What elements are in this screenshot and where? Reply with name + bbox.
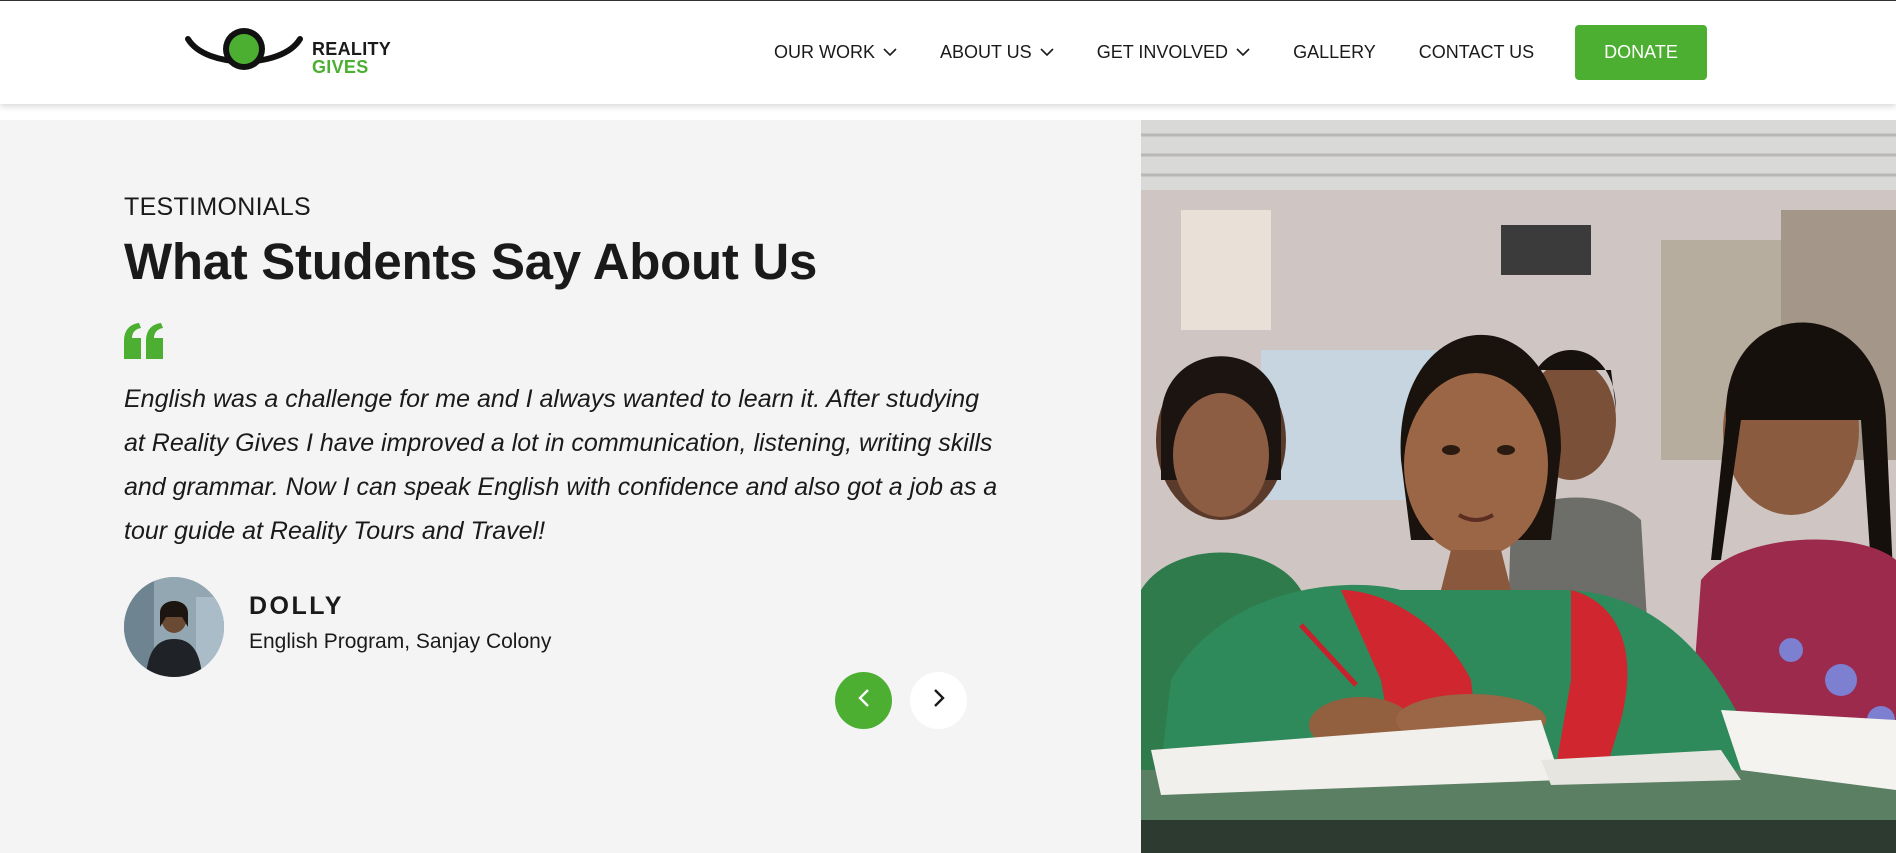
chevron-down-icon <box>1236 48 1250 57</box>
quote-icon <box>124 323 164 364</box>
nav-item-label: GALLERY <box>1293 42 1376 62</box>
main-nav: OUR WORK ABOUT US GET INVOLVED GALLERY C… <box>774 1 1577 104</box>
logo-text: REALITY GIVES <box>312 40 391 76</box>
testimonial-section: TESTIMONIALS What Students Say About Us … <box>0 120 1141 853</box>
carousel-prev-button[interactable] <box>835 672 892 729</box>
section-eyebrow: TESTIMONIALS <box>124 193 311 221</box>
classroom-photo <box>1141 120 1896 853</box>
nav-item-label: OUR WORK <box>774 42 875 62</box>
logo-line-2: GIVES <box>312 57 369 77</box>
chevron-down-icon <box>1040 48 1054 57</box>
author-role: English Program, Sanjay Colony <box>249 630 552 653</box>
chevron-right-icon <box>932 688 946 713</box>
logo-mark <box>185 28 303 70</box>
nav-item-our-work[interactable]: OUR WORK <box>774 42 897 63</box>
nav-item-gallery[interactable]: GALLERY <box>1293 42 1376 63</box>
nav-item-label: ABOUT US <box>940 42 1032 62</box>
nav-item-label: GET INVOLVED <box>1096 42 1229 62</box>
testimonial-quote: English was a challenge for me and I alw… <box>124 385 998 545</box>
nav-item-label: CONTACT US <box>1418 42 1535 62</box>
logo-line-1: REALITY <box>312 39 392 59</box>
carousel-next-button[interactable] <box>910 672 967 729</box>
chevron-left-icon <box>857 688 871 713</box>
section-heading: What Students Say About Us <box>124 233 818 290</box>
logo[interactable]: REALITY GIVES <box>184 25 394 85</box>
avatar <box>124 577 224 677</box>
site-header: REALITY GIVES OUR WORK ABOUT US GET INVO… <box>0 1 1896 104</box>
donate-button[interactable]: DONATE <box>1575 25 1707 80</box>
nav-item-about-us[interactable]: ABOUT US <box>940 42 1054 63</box>
chevron-down-icon <box>883 48 897 57</box>
author-name: DOLLY <box>249 592 344 620</box>
nav-item-contact-us[interactable]: CONTACT US <box>1419 42 1534 63</box>
nav-item-get-involved[interactable]: GET INVOLVED <box>1097 42 1250 63</box>
